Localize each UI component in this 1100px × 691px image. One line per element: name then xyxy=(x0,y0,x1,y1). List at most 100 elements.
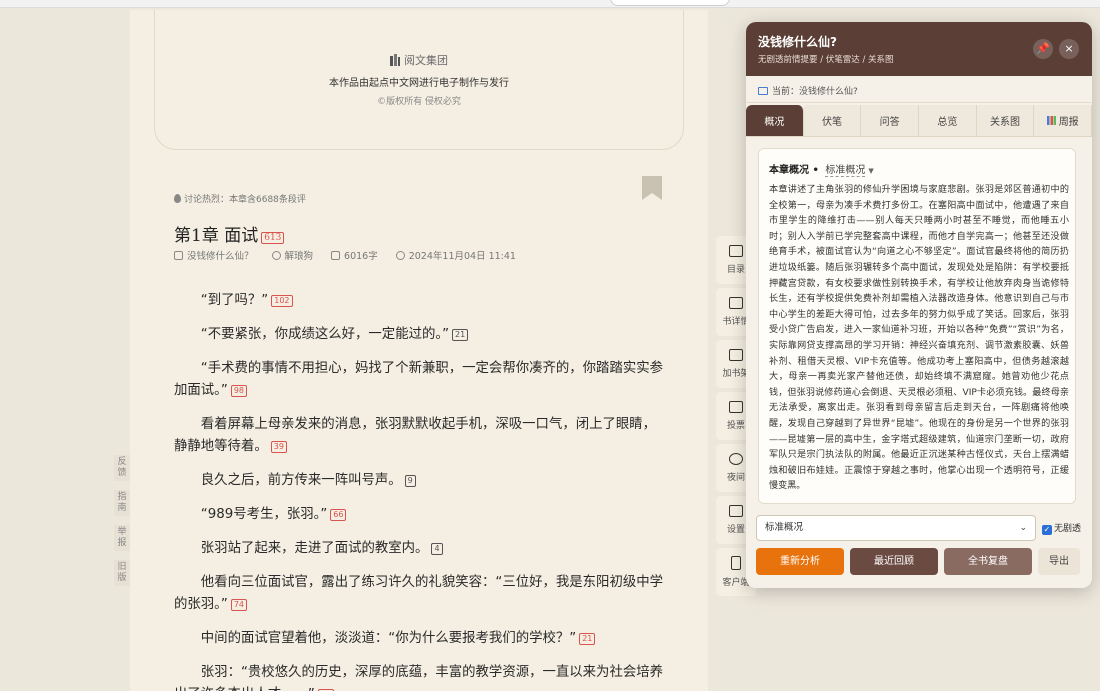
tab-qa[interactable]: 问答 xyxy=(861,105,920,136)
clock-icon xyxy=(395,250,405,260)
overview-content: 本章概况 • 标准概况 ▼ 本章讲述了主角张羽的修仙升学困境与家庭悲剧。张羽是郊区… xyxy=(758,148,1076,504)
paragraph: “手术费的事情不用担心，妈找了个新兼职，一定会帮你凑齐的，你踏踏实实参加面试。”… xyxy=(174,358,664,402)
caret-down-icon[interactable]: ▼ xyxy=(868,167,873,175)
mode-select[interactable]: 标准概况 ⌄ xyxy=(756,515,1036,541)
meta-date: 2024年11月04日 11:41 xyxy=(395,248,516,262)
pin-button[interactable]: 📌 xyxy=(1033,39,1053,59)
paragraph-text: “不要紧张，你成绩这么好，一定能过的。” xyxy=(200,327,450,342)
chapter-title: 第1章 面试 613 xyxy=(174,221,285,246)
paragraph-comment-badge[interactable]: 21 xyxy=(452,329,469,341)
paragraph: 张羽站了起来，走进了面试的教室内。 4 xyxy=(174,538,664,560)
discussion-heat: 讨论热烈：本章含6688条段评 xyxy=(174,192,306,205)
panel-tabs: 概况 伏笔 问答 总览 关系图 周报 xyxy=(746,105,1092,137)
bookmark-icon[interactable] xyxy=(642,176,662,200)
paragraph: 张羽：“贵校悠久的历史，深厚的底蕴，丰富的教学资源，一直以来为社会培养出了许多杰… xyxy=(174,662,664,691)
mode-select-value: 标准概况 xyxy=(765,522,804,533)
flame-icon xyxy=(174,194,181,203)
meta-date-text: 2024年11月04日 11:41 xyxy=(408,251,516,262)
action-buttons: 重新分析 最近回顾 全书复盘 导出 xyxy=(756,548,1082,576)
paragraph-text: 中间的面试官望着他，淡淡道：“你为什么要报考我们的学校？” xyxy=(200,631,577,646)
paragraph-text: “手术费的事情不用担心，妈找了个新兼职，一定会帮你凑齐的，你踏踏实实参加面试。” xyxy=(174,361,664,398)
tool-label: 投票 xyxy=(726,421,745,431)
left-rail-guide[interactable]: 指南 xyxy=(114,490,130,516)
tab-weekly-label: 周报 xyxy=(1058,117,1079,128)
paragraph: 中间的面试官望着他，淡淡道：“你为什么要报考我们的学校？” 21 xyxy=(174,628,664,650)
panel-header: 没钱修什么仙? 无剧透前情提要 / 伏笔雷达 / 关系图 📌 × xyxy=(746,22,1092,76)
current-book: 当前：没钱修什么仙? xyxy=(758,84,858,97)
tab-weekly[interactable]: 周报 xyxy=(1034,105,1092,136)
paragraph: 看着屏幕上母亲发来的消息，张羽默默收起手机，深吸一口气，闭上了眼睛，静静地等待着… xyxy=(174,414,664,458)
current-book-text: 当前：没钱修什么仙? xyxy=(772,87,858,97)
chapter-meta: 没钱修什么仙？ 解琅狗 6016字 2024年11月04日 11:41 xyxy=(174,248,516,262)
pen-icon xyxy=(271,250,281,260)
meta-book-text: 没钱修什么仙？ xyxy=(187,251,254,262)
yuewen-logo-icon xyxy=(390,54,400,66)
tab-summary-all[interactable]: 总览 xyxy=(919,105,977,136)
paragraph-text: 良久之后，前方传来一阵叫号声。 xyxy=(200,473,402,488)
meta-words-text: 6016字 xyxy=(344,251,378,262)
tool-label: 夜间 xyxy=(726,473,745,483)
no-spoiler-label: 无剧透 xyxy=(1054,524,1082,534)
left-rail-report[interactable]: 举报 xyxy=(114,525,130,551)
book-icon xyxy=(174,250,183,260)
ticket-icon xyxy=(729,401,743,413)
sliders-icon xyxy=(729,505,743,517)
content-heading-text: 本章概况 xyxy=(769,165,809,176)
paragraph: “不要紧张，你成绩这么好，一定能过的。” 21 xyxy=(174,324,664,346)
recent-review-button[interactable]: 最近回顾 xyxy=(850,548,938,575)
paragraph-text: “到了吗？” xyxy=(200,293,269,308)
bar-chart-icon xyxy=(1046,116,1056,125)
panel-title: 没钱修什么仙? xyxy=(758,35,837,49)
paragraph-text: 他看向三位面试官，露出了练习许久的礼貌笑容：“三位好，我是东阳初级中学的张羽。” xyxy=(174,575,664,612)
checkbox-checked-icon[interactable]: ✓ xyxy=(1042,525,1052,535)
tool-label: 设置 xyxy=(726,525,745,535)
reanalyze-button[interactable]: 重新分析 xyxy=(756,548,844,575)
left-rail-feedback[interactable]: 反馈 xyxy=(114,455,130,481)
paragraph-comment-badge[interactable]: 39 xyxy=(270,441,287,453)
paragraph: 他看向三位面试官，露出了练习许久的礼貌笑容：“三位好，我是东阳初级中学的张羽。”… xyxy=(174,572,664,616)
paragraph-comment-badge[interactable]: 74 xyxy=(230,599,247,611)
ai-assistant-panel: 没钱修什么仙? 无剧透前情提要 / 伏笔雷达 / 关系图 📌 × 当前：没钱修什… xyxy=(746,22,1092,588)
meta-book[interactable]: 没钱修什么仙？ xyxy=(174,248,254,262)
shelf-icon xyxy=(729,349,743,361)
book-icon xyxy=(758,87,768,95)
full-book-recap-button[interactable]: 全书复盘 xyxy=(944,548,1032,575)
paragraph-text: 张羽：“贵校悠久的历史，深厚的底蕴，丰富的教学资源，一直以来为社会培养出了许多杰… xyxy=(174,665,664,691)
meta-author[interactable]: 解琅狗 xyxy=(271,248,314,262)
chapter-comment-badge[interactable]: 613 xyxy=(261,232,285,244)
list-icon xyxy=(729,245,743,257)
paragraph: “989号考生，张羽。” 66 xyxy=(174,504,664,526)
paragraph-comment-badge[interactable]: 98 xyxy=(230,385,247,397)
rights-line: ©版权所有 侵权必究 xyxy=(377,97,461,107)
left-rail-old-version[interactable]: 旧版 xyxy=(114,560,130,586)
browser-top-strip xyxy=(0,0,1100,8)
content-heading: 本章概况 • 标准概况 ▼ xyxy=(769,165,874,177)
paragraph: “到了吗？” 102 xyxy=(174,290,664,312)
paragraph-comment-badge[interactable]: 66 xyxy=(330,509,347,521)
divider xyxy=(746,102,1092,103)
chapter-body: “到了吗？” 102 “不要紧张，你成绩这么好，一定能过的。” 21 “手术费的事情… xyxy=(174,290,664,691)
top-pill xyxy=(610,0,730,6)
paragraph-comment-badge[interactable]: 9 xyxy=(404,475,416,487)
chevron-down-icon: ⌄ xyxy=(1019,523,1027,533)
paragraph-text: 看着屏幕上母亲发来的消息，张羽默默收起手机，深吸一口气，闭上了眼睛，静静地等待着… xyxy=(174,417,657,454)
brand: 阅文集团 xyxy=(155,52,683,68)
content-mode-dropdown[interactable]: 标准概况 xyxy=(825,165,866,177)
tab-relation-graph[interactable]: 关系图 xyxy=(976,105,1035,136)
paragraph-comment-badge[interactable]: 21 xyxy=(579,633,596,645)
tab-foreshadow[interactable]: 伏笔 xyxy=(803,105,862,136)
paragraph-comment-badge[interactable]: 4 xyxy=(431,543,443,555)
no-spoiler-toggle[interactable]: ✓ 无剧透 xyxy=(1042,521,1081,535)
meta-author-text: 解琅狗 xyxy=(284,251,314,262)
chapter-summary: 本章讲述了主角张羽的修仙升学困境与家庭悲剧。张羽是郊区普通初中的全校第一，母亲为… xyxy=(769,185,1069,492)
paragraph-comment-badge[interactable]: 102 xyxy=(271,295,293,307)
tab-overview[interactable]: 概况 xyxy=(746,105,804,136)
discussion-heat-text: 讨论热烈：本章含6688条段评 xyxy=(184,195,306,205)
reader-area: 阅文集团 本作品由起点中文网进行电子制作与发行 ©版权所有 侵权必究 讨论热烈：… xyxy=(130,10,708,691)
panel-subtitle: 无剧透前情提要 / 伏笔雷达 / 关系图 xyxy=(758,55,894,65)
words-icon xyxy=(331,250,341,260)
paragraph-text: “989号考生，张羽。” xyxy=(200,507,328,522)
copyright-card: 阅文集团 本作品由起点中文网进行电子制作与发行 ©版权所有 侵权必究 xyxy=(154,10,684,150)
export-button[interactable]: 导出 xyxy=(1038,548,1080,575)
close-button[interactable]: × xyxy=(1059,39,1079,59)
